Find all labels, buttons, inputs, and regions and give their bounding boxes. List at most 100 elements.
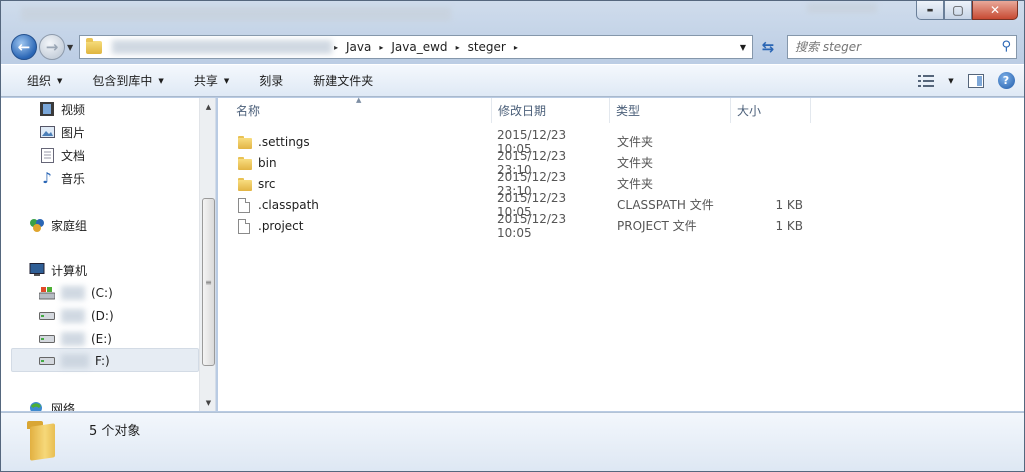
sort-ascending-icon: ▲ <box>356 96 362 104</box>
file-size <box>733 152 803 173</box>
organize-menu[interactable]: 组织 ▼ <box>1 65 77 96</box>
drive-icon <box>39 353 55 369</box>
column-type[interactable]: 类型 <box>610 98 731 123</box>
search-icon[interactable]: ⚲ <box>1001 39 1011 54</box>
address-row: ← → ▼ ▸ Java ▸ Java_ewd ▸ steger ▸ ▼ ⇆ ⚲ <box>1 31 1024 63</box>
breadcrumb-item-java[interactable]: Java <box>340 40 377 54</box>
chevron-down-icon: ▼ <box>158 76 164 85</box>
column-headers: 名称 ▲ 修改日期 类型 大小 <box>218 96 1024 123</box>
view-controls: ▼ ? <box>914 65 1018 96</box>
file-name: .classpath <box>258 197 319 212</box>
burn-button[interactable]: 刻录 <box>244 65 298 96</box>
breadcrumb-separator[interactable]: ▸ <box>377 43 385 52</box>
scroll-thumb[interactable]: ≡ <box>202 198 215 366</box>
file-row[interactable]: .project 2015/12/23 10:05 PROJECT 文件 1 KB <box>218 212 803 240</box>
breadcrumb-separator[interactable]: ▸ <box>332 43 340 52</box>
help-button[interactable]: ? <box>994 70 1018 92</box>
back-arrow-icon: ← <box>17 38 31 56</box>
include-in-library-menu[interactable]: 包含到库中 ▼ <box>77 65 178 96</box>
column-size-label: 大小 <box>737 104 762 118</box>
column-size[interactable]: 大小 <box>731 98 811 123</box>
column-name-label: 名称 <box>236 104 261 118</box>
search-box[interactable]: ⚲ <box>787 35 1017 59</box>
file-name: src <box>258 176 276 191</box>
help-icon: ? <box>997 72 1015 89</box>
drive-icon <box>39 308 55 324</box>
redacted-title <box>21 7 451 21</box>
documents-icon <box>39 147 55 163</box>
burn-label: 刻录 <box>259 74 284 88</box>
address-bar[interactable]: ▸ Java ▸ Java_ewd ▸ steger ▸ ▼ <box>79 35 753 59</box>
share-menu[interactable]: 共享 ▼ <box>179 65 244 96</box>
nav-label: 音乐 <box>61 171 86 186</box>
new-folder-button[interactable]: 新建文件夹 <box>298 65 388 96</box>
file-size <box>733 131 803 152</box>
more-views-dropdown[interactable]: ▼ <box>944 70 958 92</box>
forward-button[interactable]: → <box>39 34 65 60</box>
nav-label: 计算机 <box>51 263 88 278</box>
folder-icon <box>86 37 102 54</box>
nav-item-pictures[interactable]: 图片 <box>39 122 85 142</box>
nav-item-drive-c[interactable]: (C:) <box>39 283 113 303</box>
minimize-button[interactable]: ▬ <box>916 1 944 20</box>
nav-item-network[interactable]: 网络 <box>29 398 75 411</box>
nav-item-drive-f[interactable]: F:) <box>39 351 110 371</box>
include-in-library-label: 包含到库中 <box>92 74 153 88</box>
scroll-down-icon[interactable]: ▼ <box>200 394 215 411</box>
redacted-drive-name <box>61 286 85 300</box>
file-name-cell: .settings <box>218 131 473 152</box>
file-name-cell: src <box>218 173 473 194</box>
scroll-up-icon[interactable]: ▲ <box>200 98 215 115</box>
file-icon <box>238 197 252 213</box>
recent-pages-dropdown[interactable]: ▼ <box>67 43 73 52</box>
change-view-button[interactable] <box>914 70 938 92</box>
new-folder-label: 新建文件夹 <box>313 74 374 88</box>
homegroup-icon <box>29 217 45 233</box>
nav-item-music[interactable]: ♪ 音乐 <box>39 168 85 188</box>
nav-item-homegroup[interactable]: 家庭组 <box>29 215 87 235</box>
column-name[interactable]: 名称 ▲ <box>218 96 492 123</box>
search-input[interactable] <box>795 40 985 54</box>
file-name-cell: bin <box>218 152 473 173</box>
file-size: 1 KB <box>775 218 803 233</box>
item-count: 5 个对象 <box>89 424 141 439</box>
nav-item-computer[interactable]: 计算机 <box>29 260 87 280</box>
address-dropdown-icon[interactable]: ▼ <box>740 43 746 52</box>
details-view-icon <box>918 74 934 87</box>
file-list: 名称 ▲ 修改日期 类型 大小 .settings 2015/12/23 10:05… <box>218 96 1024 411</box>
breadcrumb-item-steger[interactable]: steger <box>462 40 512 54</box>
file-name-cell: .classpath <box>218 194 473 215</box>
nav-item-documents[interactable]: 文档 <box>39 145 85 165</box>
network-icon <box>29 400 45 411</box>
nav-scrollbar[interactable]: ▲ ≡ ▼ <box>199 98 215 411</box>
preview-pane-icon <box>968 73 984 88</box>
system-drive-icon <box>39 285 55 301</box>
redacted-drive-name <box>61 309 85 323</box>
folder-icon <box>238 177 252 191</box>
file-type: CLASSPATH 文件 <box>617 198 714 212</box>
navigation-pane: 视频 图片 文档 ♪ 音乐 家庭组 计算机 (C:) (D:) (E:) F:)… <box>1 98 216 411</box>
file-name: .project <box>258 218 304 233</box>
nav-label: (D:) <box>91 309 114 323</box>
caption-buttons: ▬ ▢ ✕ <box>916 1 1018 20</box>
refresh-button[interactable]: ⇆ <box>757 35 779 59</box>
nav-item-videos[interactable]: 视频 <box>39 99 85 119</box>
breadcrumb-separator[interactable]: ▸ <box>512 43 520 52</box>
breadcrumb-separator[interactable]: ▸ <box>454 43 462 52</box>
preview-pane-button[interactable] <box>964 70 988 92</box>
music-icon: ♪ <box>42 169 52 187</box>
close-button[interactable]: ✕ <box>972 1 1018 20</box>
back-button[interactable]: ← <box>11 34 37 60</box>
nav-item-drive-d[interactable]: (D:) <box>39 306 114 326</box>
column-date-modified[interactable]: 修改日期 <box>492 98 610 123</box>
command-bar: 组织 ▼ 包含到库中 ▼ 共享 ▼ 刻录 新建文件夹 ▼ ? <box>1 64 1024 97</box>
file-name: bin <box>258 155 277 170</box>
redacted-drive-name <box>61 332 85 346</box>
maximize-button[interactable]: ▢ <box>944 1 972 20</box>
folder-icon <box>238 156 252 170</box>
nav-item-drive-e[interactable]: (E:) <box>39 329 112 349</box>
breadcrumb: ▸ Java ▸ Java_ewd ▸ steger ▸ <box>332 36 520 58</box>
file-size: 1 KB <box>775 197 803 212</box>
breadcrumb-item-java-ewd[interactable]: Java_ewd <box>385 40 453 54</box>
redacted-path <box>112 40 332 54</box>
